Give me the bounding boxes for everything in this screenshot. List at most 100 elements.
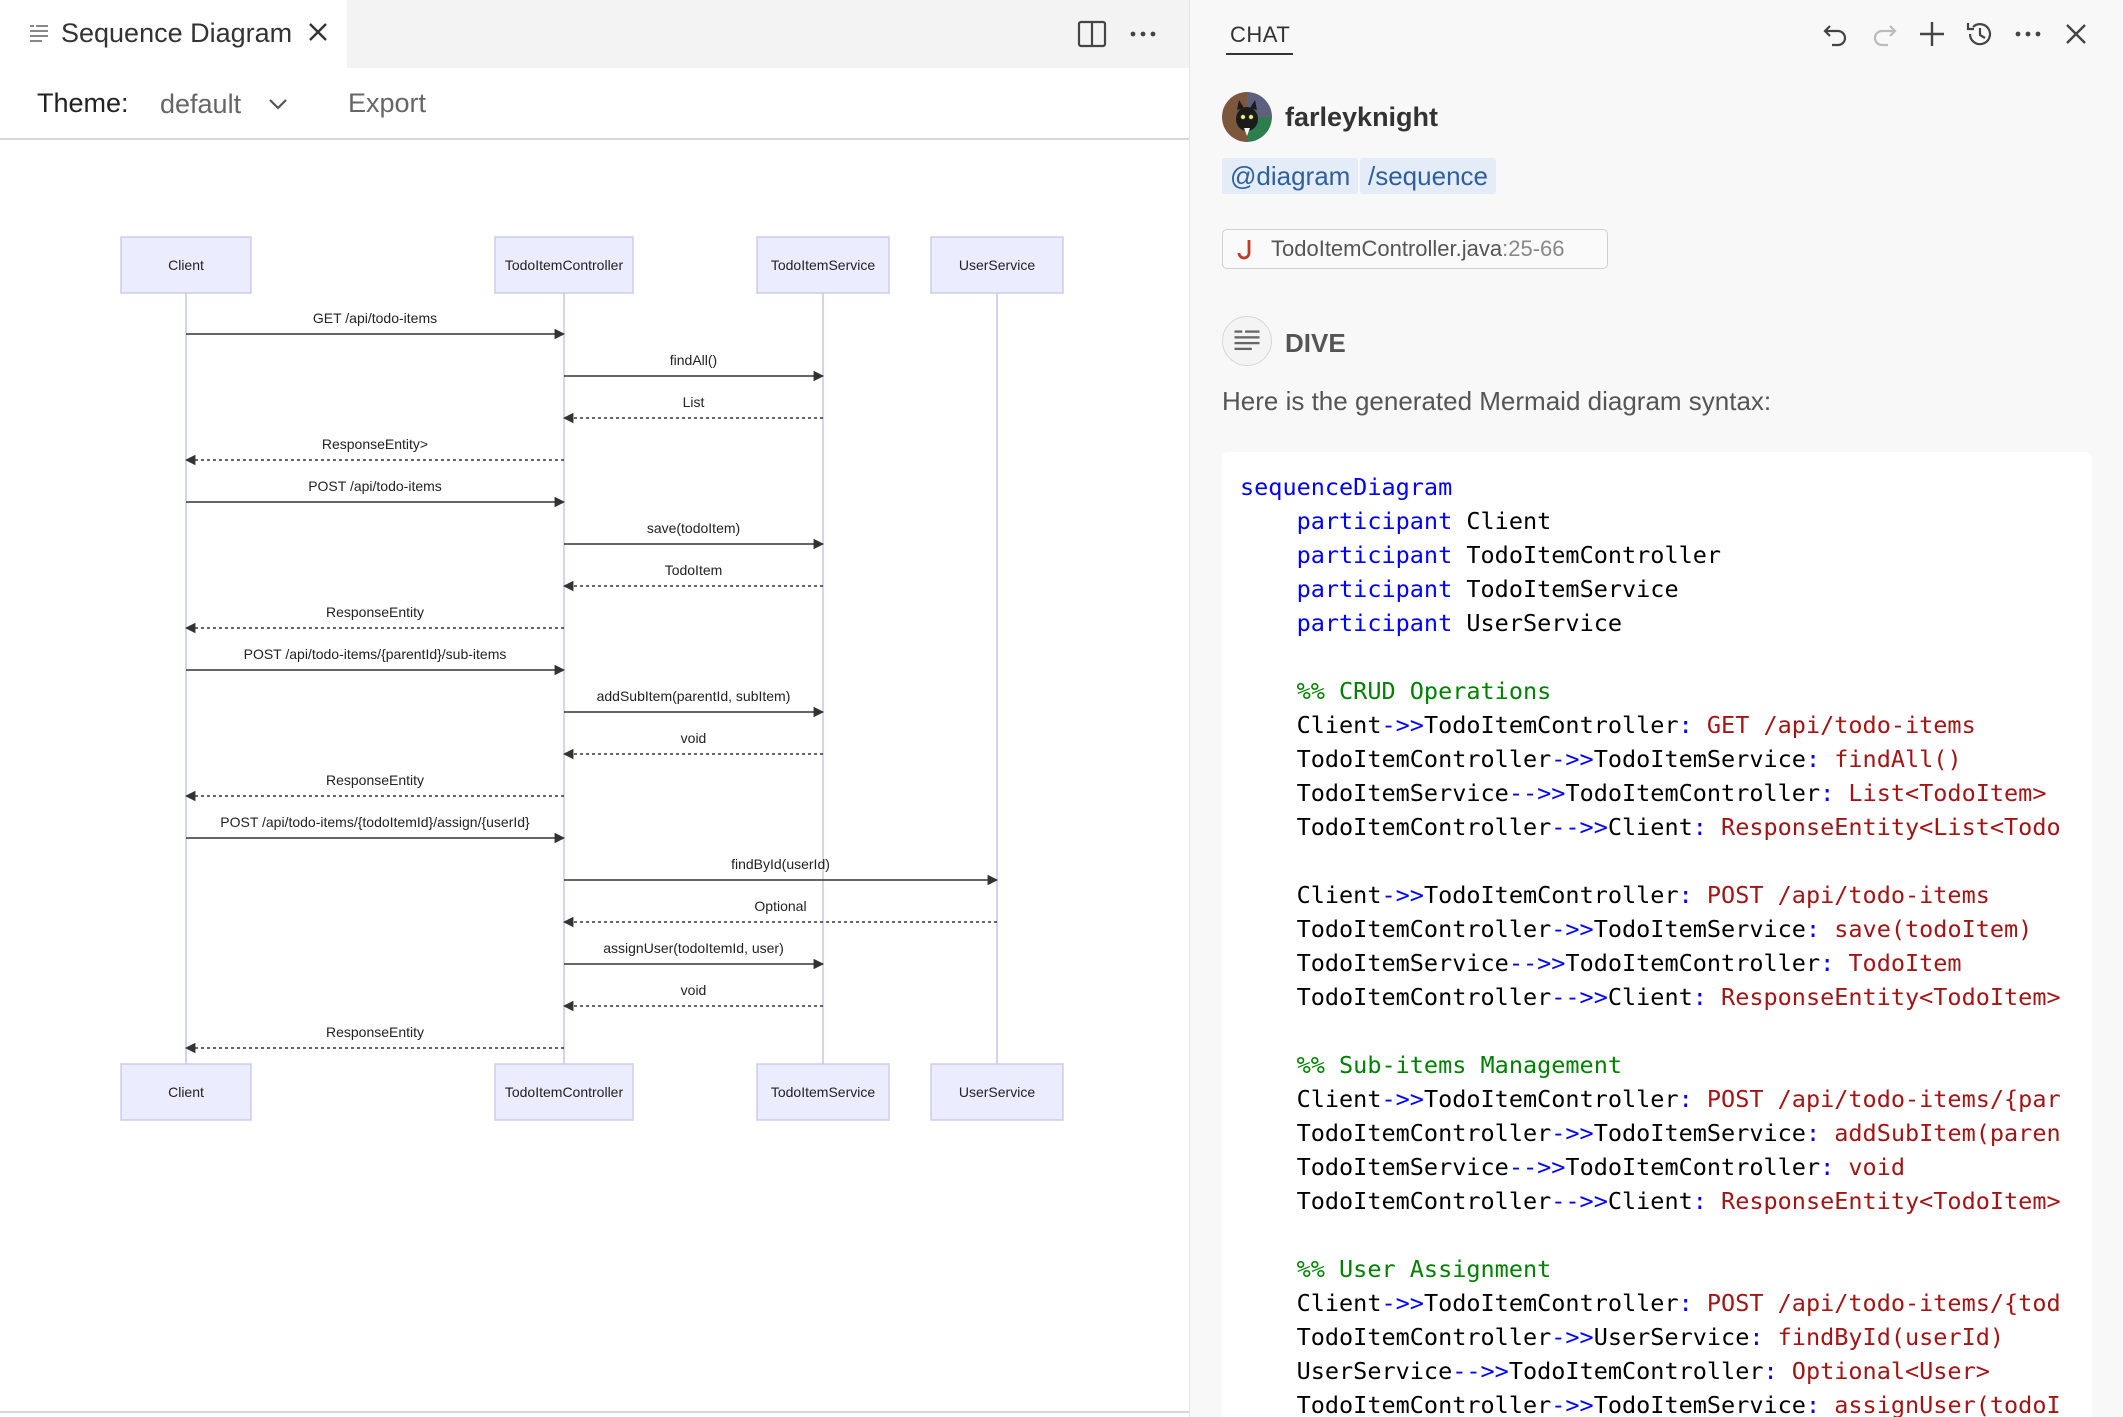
code-line: TodoItemController->>UserService: findBy… <box>1240 1320 2092 1354</box>
close-icon[interactable] <box>306 20 330 44</box>
code-block[interactable]: sequenceDiagram participant Client parti… <box>1222 452 2092 1417</box>
code-token: ->> <box>1381 1289 1424 1317</box>
split-editor-icon[interactable] <box>1077 20 1107 48</box>
code-token: : <box>1678 711 1693 739</box>
code-token: TodoItemController <box>1423 711 1679 739</box>
message-label: POST /api/todo-items/{todoItemId}/assign… <box>220 814 530 830</box>
code-token: Client <box>1607 1187 1693 1215</box>
participant-label: TodoItemController <box>505 257 624 273</box>
code-token: ->> <box>1381 1085 1424 1113</box>
code-token: TodoItemController <box>1240 745 1552 773</box>
code-token: List<TodoItem> <box>1834 779 2047 807</box>
message-label: TodoItem <box>665 562 723 578</box>
code-token: TodoItemService <box>1452 575 1679 603</box>
code-line: Client->>TodoItemController: POST /api/t… <box>1240 1082 2092 1116</box>
code-token: : <box>1763 1357 1778 1385</box>
mermaid-code: sequenceDiagram participant Client parti… <box>1240 470 2092 1417</box>
participant-box: UserService <box>930 1063 1064 1121</box>
code-token: Client <box>1607 983 1693 1011</box>
plus-icon[interactable] <box>1916 18 1948 50</box>
redo-icon[interactable] <box>1868 18 1900 50</box>
history-icon[interactable] <box>1964 18 1996 50</box>
message-label: save(todoItem) <box>647 520 740 536</box>
more-ellipsis-icon[interactable] <box>1128 20 1158 48</box>
code-line: TodoItemController->>TodoItemService: as… <box>1240 1388 2092 1417</box>
code-token: UserService <box>1240 1357 1453 1385</box>
sequence-message: List <box>562 394 823 424</box>
code-token: -->> <box>1551 813 1608 841</box>
code-token: : <box>1692 1187 1707 1215</box>
code-token: : <box>1678 1289 1693 1317</box>
code-token: TodoItemController <box>1565 779 1821 807</box>
chat-title-underline <box>1226 53 1293 55</box>
code-token: TodoItemController <box>1240 1187 1552 1215</box>
code-token: findById(userId) <box>1763 1323 2005 1351</box>
code-token: : <box>1692 813 1707 841</box>
theme-select-value: default <box>160 88 242 119</box>
code-line: TodoItemService-->>TodoItemController: v… <box>1240 1150 2092 1184</box>
code-token: Client <box>1607 813 1693 841</box>
code-line: UserService-->>TodoItemController: Optio… <box>1240 1354 2092 1388</box>
participant-label: UserService <box>959 1084 1035 1100</box>
sequence-message: Optional <box>562 898 997 928</box>
more-ellipsis-icon[interactable] <box>2012 18 2044 50</box>
participant-box: TodoItemController <box>494 1063 634 1121</box>
code-token: GET /api/todo-items <box>1692 711 1976 739</box>
code-token: : <box>1805 1391 1821 1417</box>
agent-name: DIVE <box>1285 328 1346 358</box>
message-label: void <box>681 982 707 998</box>
java-file-icon <box>1237 240 1251 260</box>
message-label: void <box>681 730 707 746</box>
code-token: TodoItemController <box>1423 881 1679 909</box>
code-token: participant <box>1240 575 1453 603</box>
code-token: ->> <box>1381 881 1424 909</box>
participant-box: TodoItemService <box>756 236 890 294</box>
code-token: TodoItemController <box>1240 983 1552 1011</box>
code-line: TodoItemController-->>Client: ResponseEn… <box>1240 810 2092 844</box>
code-token: TodoItemService <box>1240 949 1509 977</box>
code-line: Client->>TodoItemController: GET /api/to… <box>1240 708 2092 742</box>
message-label: addSubItem(parentId, subItem) <box>597 688 791 704</box>
code-token: POST /api/todo-items/{par <box>1692 1085 2061 1113</box>
message-label: GET /api/todo-items <box>313 310 437 326</box>
sequence-message: GET /api/todo-items <box>186 310 566 340</box>
code-line: TodoItemService-->>TodoItemController: L… <box>1240 776 2092 810</box>
code-token: ->> <box>1551 1119 1594 1147</box>
code-token: : <box>1678 881 1693 909</box>
chat-panel-title[interactable]: CHAT <box>1230 22 1290 48</box>
editor-bottom-border <box>0 1411 1189 1413</box>
message-label: ResponseEntity <box>326 604 424 620</box>
avatar[interactable] <box>1222 92 1272 142</box>
code-token: TodoItemController <box>1423 1085 1679 1113</box>
code-token: TodoItemService <box>1240 779 1509 807</box>
code-token: Client <box>1452 507 1552 535</box>
participant-box: Client <box>120 1063 252 1121</box>
tab-sequence-diagram[interactable]: Sequence Diagram <box>0 0 347 68</box>
code-token: : <box>1805 745 1821 773</box>
code-token: ResponseEntity<List<Todo <box>1706 813 2061 841</box>
code-token: TodoItem <box>1834 949 1962 977</box>
file-reference-lines: :25-66 <box>1502 236 1565 261</box>
export-button[interactable]: Export <box>348 88 426 119</box>
code-token: Client <box>1240 1085 1382 1113</box>
code-token: %% User Assignment <box>1240 1255 1552 1283</box>
code-token: TodoItemController <box>1423 1289 1679 1317</box>
close-icon[interactable] <box>2060 18 2092 50</box>
message-label: Optional <box>754 898 806 914</box>
file-reference-chip[interactable]: TodoItemController.java:25-66 <box>1222 229 1608 269</box>
participant-label: Client <box>168 257 204 273</box>
code-token: TodoItemController <box>1452 541 1722 569</box>
code-token: : <box>1749 1323 1764 1351</box>
code-token: TodoItemController <box>1240 813 1552 841</box>
theme-select[interactable]: default <box>160 84 289 124</box>
code-token: TodoItemService <box>1593 915 1806 943</box>
message-label: assignUser(todoItemId, user) <box>603 940 784 956</box>
code-token: : <box>1820 1153 1835 1181</box>
code-token: participant <box>1240 541 1453 569</box>
code-token: ->> <box>1551 745 1594 773</box>
undo-icon[interactable] <box>1820 18 1852 50</box>
diagram-editor-pane: Sequence Diagram Theme: default Export C… <box>0 0 1189 1417</box>
tab-title: Sequence Diagram <box>61 18 293 48</box>
